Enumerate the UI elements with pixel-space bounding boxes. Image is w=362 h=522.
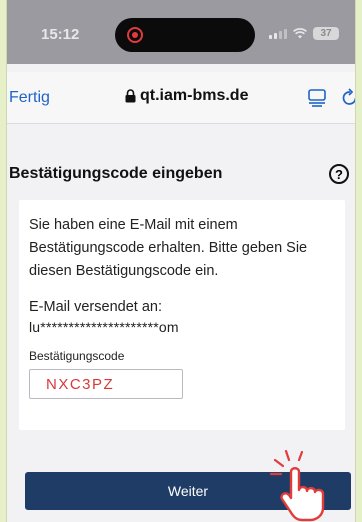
code-field-label: Bestätigungscode — [29, 349, 125, 363]
battery-icon: 37 — [313, 27, 339, 40]
recording-icon — [127, 27, 143, 43]
lock-icon — [125, 89, 136, 103]
section-header: Bestätigungscode eingeben ? — [9, 164, 349, 184]
done-button[interactable]: Fertig — [9, 89, 50, 107]
status-icons: 37 — [269, 27, 339, 40]
code-input[interactable]: NXC3PZ — [29, 369, 183, 399]
reload-icon[interactable] — [341, 87, 356, 107]
page-title: Bestätigungscode eingeben — [9, 165, 223, 182]
browser-toolbar: Fertig qt.iam-bms.de — [7, 72, 355, 124]
wifi-icon — [293, 28, 307, 39]
verification-card: Sie haben eine E-Mail mit einem Bestätig… — [19, 200, 345, 430]
reader-icon[interactable] — [307, 87, 327, 107]
signal-icon — [269, 28, 287, 39]
masked-email: lu*********************om — [29, 319, 179, 335]
tap-hand-icon — [269, 450, 325, 522]
address-bar[interactable]: qt.iam-bms.de — [125, 87, 248, 105]
url-text: qt.iam-bms.de — [140, 87, 249, 104]
help-icon[interactable]: ? — [329, 164, 349, 184]
status-time: 15:12 — [41, 26, 80, 43]
sent-to-label: E-Mail versendet an: — [29, 299, 162, 315]
page-content: Bestätigungscode eingeben ? Sie haben ei… — [7, 124, 355, 522]
info-text: Sie haben eine E-Mail mit einem Bestätig… — [29, 217, 308, 279]
dynamic-island — [115, 18, 255, 52]
phone-screen: 15:12 37 Fertig qt.iam-bms.de Bestätigun… — [6, 0, 356, 522]
status-bar: 15:12 37 — [7, 0, 355, 64]
